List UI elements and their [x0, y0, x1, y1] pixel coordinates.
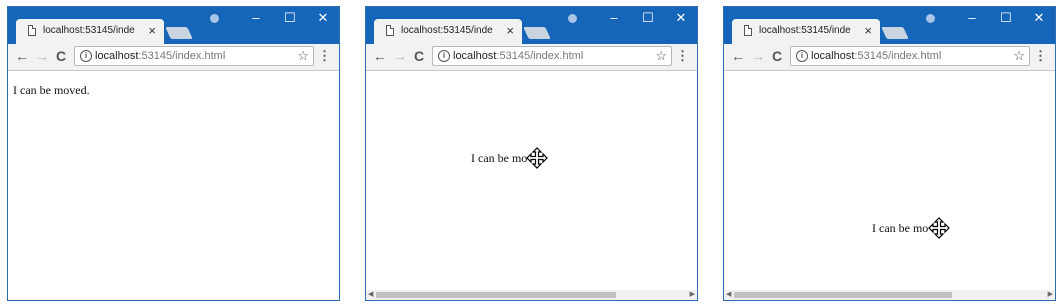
close-icon[interactable]: ✕	[673, 10, 689, 26]
back-icon[interactable]: ←	[731, 48, 745, 64]
minimize-icon[interactable]: –	[964, 10, 980, 26]
draggable-text[interactable]: I can be mo	[872, 221, 928, 235]
draggable-text[interactable]: I can be moved.	[13, 83, 90, 97]
title-bar: localhost:53145/index.htm × – ☐ ✕	[724, 7, 1055, 44]
reload-icon[interactable]: C	[414, 48, 424, 64]
title-bar: localhost:53145/index.htm × – ☐ ✕	[366, 7, 697, 44]
back-icon[interactable]: ←	[373, 48, 387, 64]
scroll-left-icon[interactable]: ◀	[726, 290, 731, 300]
address-bar[interactable]: i localhost:53145/index.html ☆	[432, 46, 672, 66]
toolbar: ← → C i localhost:53145/index.html ☆ ⋮	[724, 44, 1055, 71]
browser-tab[interactable]: localhost:53145/index.htm ×	[16, 19, 164, 44]
minimize-icon[interactable]: –	[606, 10, 622, 26]
scrollbar-thumb[interactable]	[734, 292, 952, 298]
horizontal-scrollbar[interactable]: ◀ ▶	[366, 290, 697, 300]
scroll-right-icon[interactable]: ▶	[1048, 290, 1053, 300]
menu-icon[interactable]: ⋮	[318, 48, 331, 64]
reload-icon[interactable]: C	[56, 48, 66, 64]
forward-icon[interactable]: →	[751, 48, 765, 64]
browser-tab[interactable]: localhost:53145/index.htm ×	[732, 19, 880, 44]
url-text: localhost:53145/index.html	[453, 50, 584, 62]
forward-icon[interactable]: →	[393, 48, 407, 64]
page-icon	[386, 25, 394, 36]
tab-title: localhost:53145/index.htm	[759, 25, 851, 36]
address-bar[interactable]: i localhost:53145/index.html ☆	[790, 46, 1030, 66]
info-icon[interactable]: i	[796, 50, 808, 62]
reload-icon[interactable]: C	[772, 48, 782, 64]
page-content: I can be moved.	[8, 71, 339, 300]
move-cursor-icon	[526, 147, 548, 169]
menu-icon[interactable]: ⋮	[1034, 48, 1047, 64]
browser-tab[interactable]: localhost:53145/index.htm ×	[374, 19, 522, 44]
url-text: localhost:53145/index.html	[95, 50, 226, 62]
tab-close-icon[interactable]: ×	[864, 22, 872, 40]
new-tab-button[interactable]	[881, 27, 909, 39]
maximize-icon[interactable]: ☐	[640, 10, 656, 26]
address-bar[interactable]: i localhost:53145/index.html ☆	[74, 46, 314, 66]
toolbar: ← → C i localhost:53145/index.html ☆ ⋮	[8, 44, 339, 71]
bookmark-star-icon[interactable]: ☆	[1013, 48, 1025, 64]
bookmark-star-icon[interactable]: ☆	[297, 48, 309, 64]
info-icon[interactable]: i	[80, 50, 92, 62]
draggable-text[interactable]: I can be mo	[471, 151, 527, 165]
browser-window-2: localhost:53145/index.htm × – ☐ ✕ ← → C …	[365, 6, 698, 301]
maximize-icon[interactable]: ☐	[998, 10, 1014, 26]
scroll-left-icon[interactable]: ◀	[368, 290, 373, 300]
url-text: localhost:53145/index.html	[811, 50, 942, 62]
page-content: I can be mo ◀ ▶	[724, 71, 1055, 300]
info-icon[interactable]: i	[438, 50, 450, 62]
new-tab-button[interactable]	[165, 27, 193, 39]
close-icon[interactable]: ✕	[1031, 10, 1047, 26]
move-cursor-icon	[928, 217, 950, 239]
toolbar: ← → C i localhost:53145/index.html ☆ ⋮	[366, 44, 697, 71]
new-tab-button[interactable]	[523, 27, 551, 39]
tab-title: localhost:53145/index.htm	[401, 25, 493, 36]
minimize-icon[interactable]: –	[248, 10, 264, 26]
tab-close-icon[interactable]: ×	[506, 22, 514, 40]
profile-icon[interactable]	[926, 14, 935, 23]
back-icon[interactable]: ←	[15, 48, 29, 64]
tab-close-icon[interactable]: ×	[148, 22, 156, 40]
maximize-icon[interactable]: ☐	[282, 10, 298, 26]
scroll-right-icon[interactable]: ▶	[690, 290, 695, 300]
page-icon	[28, 25, 36, 36]
bookmark-star-icon[interactable]: ☆	[655, 48, 667, 64]
page-icon	[744, 25, 752, 36]
forward-icon[interactable]: →	[35, 48, 49, 64]
page-content: I can be mo ◀ ▶	[366, 71, 697, 300]
browser-window-1: localhost:53145/index.htm × – ☐ ✕ ← → C …	[7, 6, 340, 301]
title-bar: localhost:53145/index.htm × – ☐ ✕	[8, 7, 339, 44]
profile-icon[interactable]	[210, 14, 219, 23]
tab-title: localhost:53145/index.htm	[43, 25, 135, 36]
browser-window-3: localhost:53145/index.htm × – ☐ ✕ ← → C …	[723, 6, 1056, 301]
close-icon[interactable]: ✕	[315, 10, 331, 26]
menu-icon[interactable]: ⋮	[676, 48, 689, 64]
scrollbar-thumb[interactable]	[376, 292, 616, 298]
profile-icon[interactable]	[568, 14, 577, 23]
horizontal-scrollbar[interactable]: ◀ ▶	[724, 290, 1055, 300]
